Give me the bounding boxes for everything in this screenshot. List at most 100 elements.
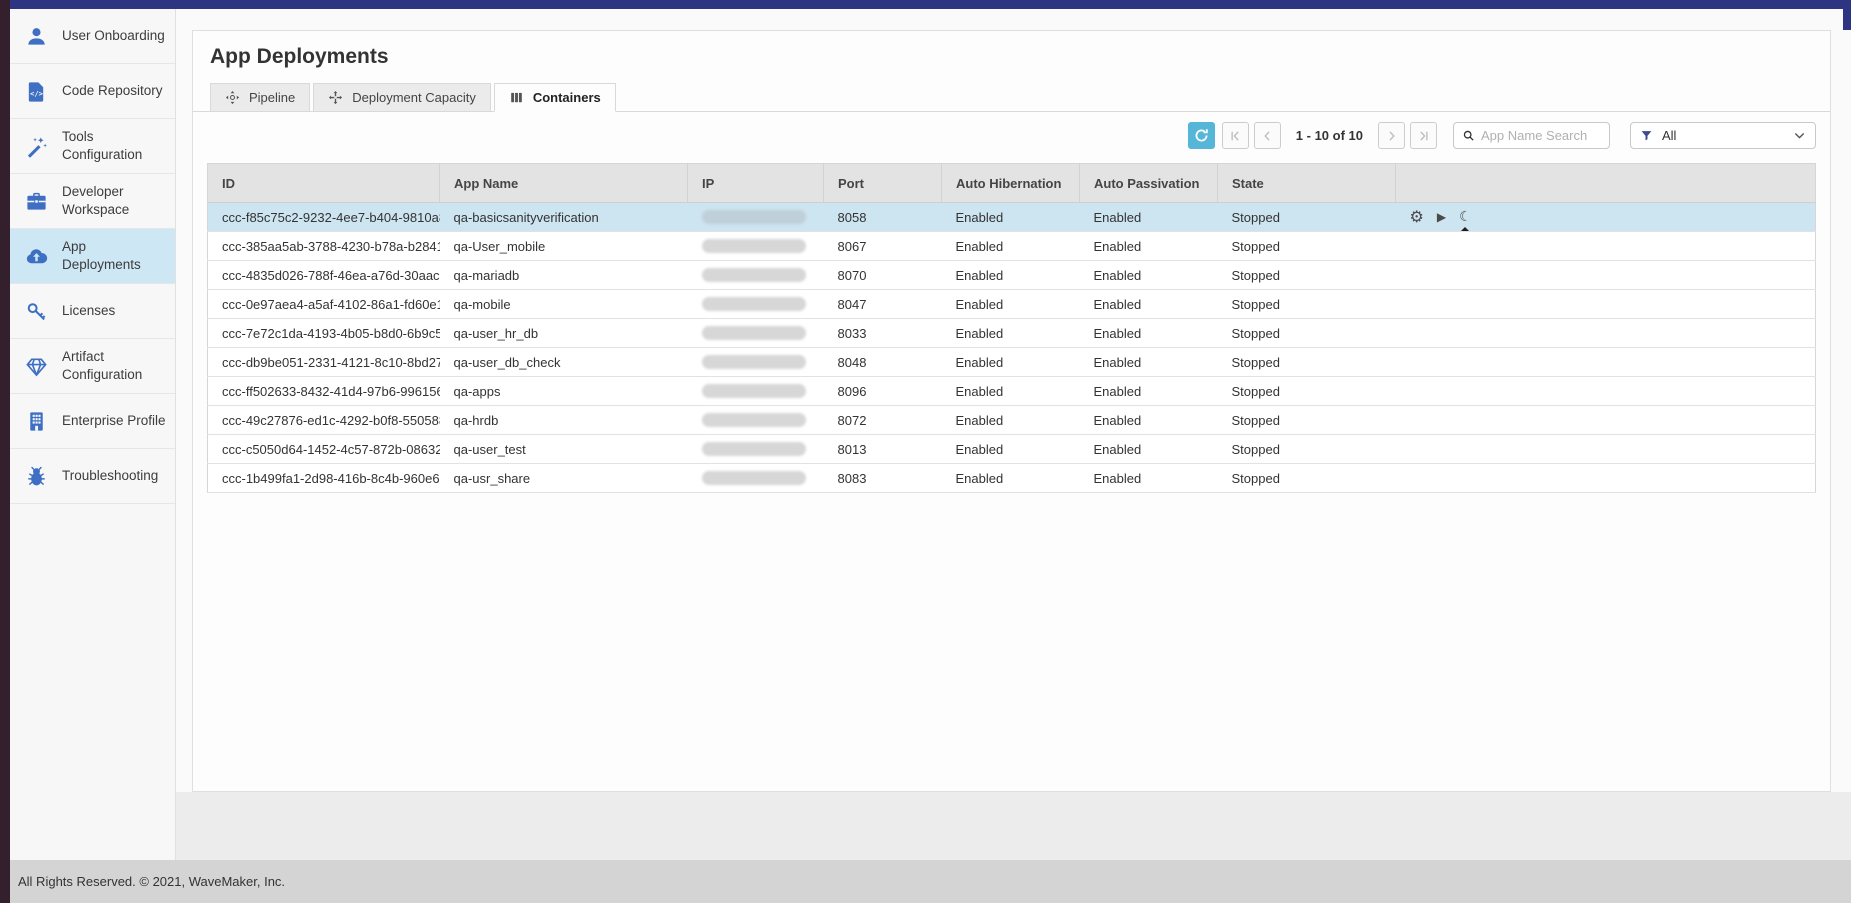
column-header-ip[interactable]: IP (688, 164, 824, 203)
code-file-icon: </> (25, 80, 48, 103)
table-row[interactable]: ccc-0e97aea4-a5af-4102-86a1-fd60e16... q… (208, 290, 1816, 319)
column-header-state[interactable]: State (1218, 164, 1396, 203)
sidebar-item-app-deployments[interactable]: App Deployments (10, 229, 175, 284)
tab-containers[interactable]: Containers (494, 83, 616, 112)
table-row[interactable]: ccc-c5050d64-1452-4c57-872b-086322... qa… (208, 435, 1816, 464)
column-header-auto-passivation[interactable]: Auto Passivation (1080, 164, 1218, 203)
table-row[interactable]: ccc-7e72c1da-4193-4b05-b8d0-6b9c54... qa… (208, 319, 1816, 348)
sidebar-item-licenses[interactable]: Licenses (10, 284, 175, 339)
settings-icon[interactable]: ⚙ (1410, 209, 1424, 225)
cell-id: ccc-c5050d64-1452-4c57-872b-086322... (208, 435, 440, 464)
cell-auto-passivation: Enabled (1080, 319, 1218, 348)
cell-actions (1396, 290, 1816, 319)
column-header-app-name[interactable]: App Name (440, 164, 688, 203)
move-icon (328, 90, 343, 105)
tab-label: Containers (533, 90, 601, 105)
ip-redacted-blur (702, 442, 806, 456)
containers-table: IDApp NameIPPortAuto HibernationAuto Pas… (207, 163, 1816, 493)
last-page-icon (1418, 130, 1430, 142)
tab-pipeline[interactable]: Pipeline (210, 83, 310, 111)
start-icon[interactable]: ▶ (1437, 211, 1446, 223)
refresh-button[interactable] (1188, 122, 1215, 149)
cell-auto-passivation: Enabled (1080, 203, 1218, 232)
sidebar-item-developer-workspace[interactable]: Developer Workspace (10, 174, 175, 229)
sidebar-item-user-onboarding[interactable]: User Onboarding (10, 9, 175, 64)
app-name-search[interactable] (1453, 122, 1610, 149)
footer-text: All Rights Reserved. © 2021, WaveMaker, … (18, 874, 285, 889)
table-row[interactable]: ccc-4835d026-788f-46ea-a76d-30aac3... qa… (208, 261, 1816, 290)
cell-auto-passivation: Enabled (1080, 290, 1218, 319)
scrollbar-thumb[interactable] (1843, 0, 1851, 30)
search-input[interactable] (1481, 128, 1601, 143)
cell-state: Stopped (1218, 290, 1396, 319)
refresh-icon (1194, 128, 1209, 143)
magic-wand-icon (25, 135, 48, 158)
cell-auto-passivation: Enabled (1080, 435, 1218, 464)
tab-deployment-capacity[interactable]: Deployment Capacity (313, 83, 491, 111)
cell-id: ccc-385aa5ab-3788-4230-b78a-b2841c... (208, 232, 440, 261)
cell-auto-hibernation: Enabled (942, 203, 1080, 232)
column-header-id[interactable]: ID (208, 164, 440, 203)
sidebar-item-artifact-configuration[interactable]: Artifact Configuration (10, 339, 175, 394)
columns-icon (509, 90, 524, 105)
cell-app-name: qa-user_hr_db (440, 319, 688, 348)
cell-port: 8072 (824, 406, 942, 435)
left-accent-strip (0, 0, 10, 903)
filter-selected-value: All (1662, 128, 1676, 143)
last-page-button[interactable] (1410, 122, 1437, 149)
cell-port: 8067 (824, 232, 942, 261)
sidebar-item-code-repository[interactable]: </> Code Repository (10, 64, 175, 119)
cell-id: ccc-1b499fa1-2d98-416b-8c4b-960e68... (208, 464, 440, 493)
cell-actions (1396, 464, 1816, 493)
cell-app-name: qa-apps (440, 377, 688, 406)
column-header-auto-hibernation[interactable]: Auto Hibernation (942, 164, 1080, 203)
pagination-range: 1 - 10 of 10 (1296, 128, 1363, 143)
key-icon (25, 300, 48, 323)
cell-state: Stopped (1218, 261, 1396, 290)
sidebar-item-label: Artifact Configuration (62, 348, 167, 383)
cell-state: Stopped (1218, 464, 1396, 493)
sidebar-item-tools-configuration[interactable]: Tools Configuration (10, 119, 175, 174)
column-header-actions[interactable] (1396, 164, 1816, 203)
cell-port: 8096 (824, 377, 942, 406)
sidebar-item-troubleshooting[interactable]: Troubleshooting (10, 449, 175, 504)
sidebar-item-label: Troubleshooting (62, 467, 158, 485)
cell-id: ccc-f85c75c2-9232-4ee7-b404-9810a8... (208, 203, 440, 232)
ip-redacted-blur (702, 297, 806, 311)
table-row[interactable]: ccc-1b499fa1-2d98-416b-8c4b-960e68... qa… (208, 464, 1816, 493)
ip-redacted-blur (702, 210, 806, 224)
prev-page-icon (1261, 130, 1273, 142)
cell-state: Stopped (1218, 406, 1396, 435)
cell-actions (1396, 348, 1816, 377)
table-row[interactable]: ccc-385aa5ab-3788-4230-b78a-b2841c... qa… (208, 232, 1816, 261)
table-row[interactable]: ccc-ff502633-8432-41d4-97b6-996156... qa… (208, 377, 1816, 406)
cell-actions (1396, 435, 1816, 464)
cell-actions (1396, 319, 1816, 348)
first-page-button[interactable] (1222, 122, 1249, 149)
cell-auto-hibernation: Enabled (942, 261, 1080, 290)
cell-auto-hibernation: Enabled (942, 319, 1080, 348)
cell-app-name: qa-mariadb (440, 261, 688, 290)
bottom-band (176, 792, 1851, 860)
cell-port: 8083 (824, 464, 942, 493)
sidebar-item-enterprise-profile[interactable]: Enterprise Profile (10, 394, 175, 449)
funnel-icon (1640, 129, 1653, 142)
tab-label: Pipeline (249, 90, 295, 105)
cell-state: Stopped (1218, 203, 1396, 232)
passivate-icon[interactable]: ☾Passivate (1459, 210, 1472, 224)
next-page-button[interactable] (1378, 122, 1405, 149)
content-panel: App Deployments Pipeline Deployment Capa… (192, 30, 1831, 792)
app-filter-select[interactable]: All (1630, 122, 1816, 149)
cell-ip (688, 435, 824, 464)
diamond-icon (25, 355, 48, 378)
sidebar-item-label: Code Repository (62, 82, 163, 100)
ip-redacted-blur (702, 384, 806, 398)
prev-page-button[interactable] (1254, 122, 1281, 149)
cell-id: ccc-db9be051-2331-4121-8c10-8bd277... (208, 348, 440, 377)
user-icon (25, 25, 48, 48)
sidebar-item-label: Enterprise Profile (62, 412, 166, 430)
table-row[interactable]: ccc-49c27876-ed1c-4292-b0f8-550588... qa… (208, 406, 1816, 435)
table-row[interactable]: ccc-db9be051-2331-4121-8c10-8bd277... qa… (208, 348, 1816, 377)
table-row[interactable]: ccc-f85c75c2-9232-4ee7-b404-9810a8... qa… (208, 203, 1816, 232)
column-header-port[interactable]: Port (824, 164, 942, 203)
